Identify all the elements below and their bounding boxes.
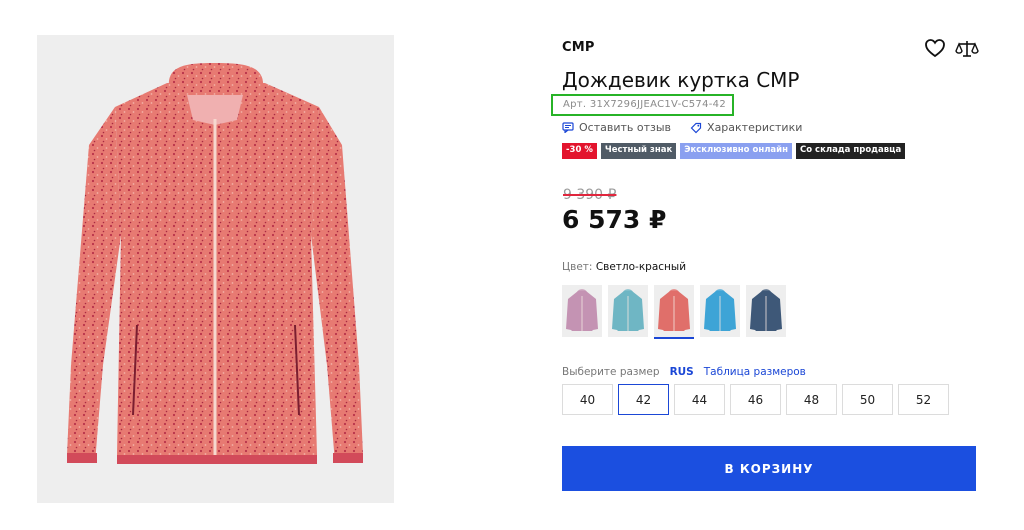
size-option[interactable]: 46: [730, 384, 781, 415]
scales-icon[interactable]: [955, 38, 979, 60]
badges: -30 % Честный знак Эксклюзивно онлайн Со…: [562, 143, 906, 159]
size-option[interactable]: 44: [674, 384, 725, 415]
online-exclusive-badge: Эксклюзивно онлайн: [680, 143, 792, 159]
color-label: Цвет:: [562, 261, 593, 273]
size-table-link[interactable]: Таблица размеров: [704, 366, 806, 378]
size-option-selected[interactable]: 42: [618, 384, 669, 415]
product-links: Оставить отзыв Характеристики: [562, 121, 802, 134]
leave-review-label: Оставить отзыв: [579, 121, 672, 134]
product-title: Дождевик куртка CMP: [562, 68, 800, 92]
color-swatch-navy[interactable]: [746, 285, 786, 337]
size-option[interactable]: 52: [898, 384, 949, 415]
product-main-image[interactable]: [37, 35, 394, 503]
size-option[interactable]: 40: [562, 384, 613, 415]
size-label: Выберите размер: [562, 366, 660, 378]
seller-stock-badge: Со склада продавца: [796, 143, 906, 159]
color-swatch-sky-blue[interactable]: [700, 285, 740, 337]
color-swatch-light-red[interactable]: [654, 285, 694, 339]
current-price: 6 573 ₽: [562, 205, 667, 234]
color-value: Светло-красный: [595, 261, 687, 273]
size-options: 40 42 44 46 48 50 52: [562, 384, 949, 415]
tag-icon: [690, 122, 702, 133]
brand-name[interactable]: CMP: [562, 40, 595, 55]
add-to-cart-button[interactable]: В КОРЗИНУ: [562, 446, 976, 491]
color-swatch-turquoise[interactable]: [608, 285, 648, 337]
leave-review-link[interactable]: Оставить отзыв: [562, 121, 671, 134]
heart-icon[interactable]: [924, 38, 946, 58]
color-swatches: [562, 285, 786, 339]
specs-label: Характеристики: [707, 121, 803, 134]
size-header: Выберите размер RUS Таблица размеров: [562, 366, 806, 378]
discount-badge: -30 %: [562, 143, 597, 159]
size-option[interactable]: 48: [786, 384, 837, 415]
honest-mark-badge: Честный знак: [600, 143, 677, 159]
old-price: 9 390 ₽: [563, 187, 617, 203]
size-option[interactable]: 50: [842, 384, 893, 415]
specs-link[interactable]: Характеристики: [690, 121, 802, 134]
color-info: Цвет: Светло-красный: [562, 261, 686, 273]
comment-icon: [562, 122, 574, 133]
size-system-toggle[interactable]: RUS: [670, 366, 694, 378]
color-swatch-lilac[interactable]: [562, 285, 602, 337]
product-sku: Арт. 31X7296JJEAC1V-C574-42: [551, 94, 734, 116]
